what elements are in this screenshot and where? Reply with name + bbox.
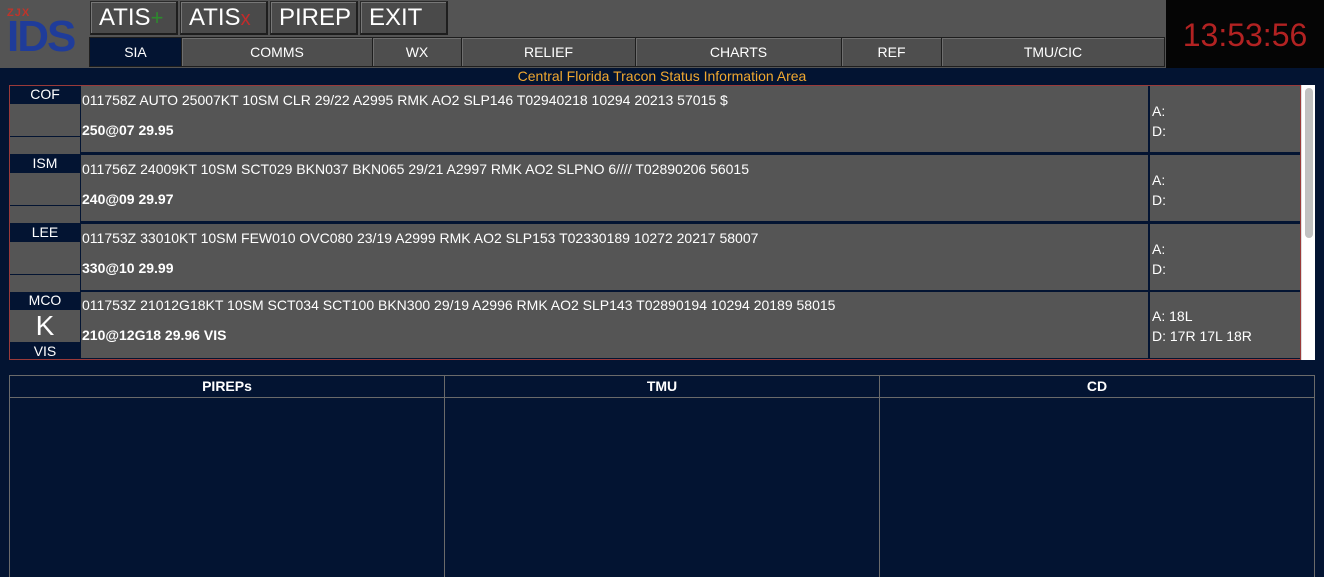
pireps-panel-title: PIREPs — [10, 376, 444, 398]
airport-row: LEE 011753Z 33010KT 10SM FEW010 OVC080 2… — [10, 224, 1300, 292]
metar-cell: 011753Z 21012G18KT 10SM SCT034 SCT100 BK… — [81, 292, 1148, 359]
atis-add-label: ATIS — [99, 4, 151, 31]
departure-runways: D: — [1152, 192, 1166, 208]
tab-tmu-cic[interactable]: TMU/CIC — [942, 38, 1164, 66]
plus-icon: + — [150, 5, 164, 30]
metar-text: 011753Z 21012G18KT 10SM SCT034 SCT100 BK… — [82, 297, 836, 313]
arrival-runways: A: — [1152, 241, 1166, 257]
pirep-button[interactable]: PIREP — [270, 1, 358, 35]
logo-ids-text: IDS — [7, 12, 76, 61]
atis-add-button[interactable]: ATIS+ — [90, 1, 178, 35]
arrival-runways: A: — [1152, 172, 1166, 188]
bottom-panels: PIREPs TMU CD — [9, 375, 1315, 577]
wind-altimeter: 330@10 29.99 — [82, 260, 174, 276]
runway-config-cell[interactable]: A: D: — [1150, 224, 1300, 292]
tab-charts[interactable]: CHARTS — [636, 38, 842, 66]
airport-code-column: MCO K VIS — [10, 292, 80, 359]
ids-logo: ZJX IDS — [2, 2, 88, 64]
close-icon: x — [240, 8, 251, 30]
metar-text: 011753Z 33010KT 10SM FEW010 OVC080 23/19… — [82, 230, 759, 246]
atis-letter[interactable] — [10, 242, 80, 274]
airport-row: ISM 011756Z 24009KT 10SM SCT029 BKN037 B… — [10, 155, 1300, 223]
airport-code[interactable]: COF — [10, 86, 80, 103]
clock-display: 13:53:56 — [1166, 0, 1324, 68]
atis-letter[interactable] — [10, 104, 80, 136]
runway-config-cell[interactable]: A: D: — [1150, 86, 1300, 154]
wind-altimeter: 250@07 29.95 — [82, 122, 174, 138]
runway-config-cell[interactable]: A: D: — [1150, 155, 1300, 223]
departure-runways: D: 17R 17L 18R — [1152, 328, 1252, 344]
airport-row: COF 011758Z AUTO 25007KT 10SM CLR 29/22 … — [10, 86, 1300, 154]
sia-title: Central Florida Tracon Status Informatio… — [517, 68, 807, 84]
atis-letter[interactable]: K — [10, 310, 80, 342]
cd-panel-title: CD — [880, 376, 1314, 398]
metar-cell: 011756Z 24009KT 10SM SCT029 BKN037 BKN06… — [81, 155, 1148, 223]
exit-button[interactable]: EXIT — [360, 1, 448, 35]
arrival-runways: A: — [1152, 103, 1166, 119]
runway-config-cell[interactable]: A: 18L D: 17R 17L 18R — [1150, 292, 1300, 359]
wind-altimeter: 210@12G18 29.96 VIS — [82, 327, 227, 343]
airport-code[interactable]: LEE — [10, 224, 80, 241]
metar-text: 011756Z 24009KT 10SM SCT029 BKN037 BKN06… — [82, 161, 750, 177]
tmu-panel-title: TMU — [445, 376, 879, 398]
tmu-panel: TMU — [445, 376, 880, 577]
departure-runways: D: — [1152, 123, 1166, 139]
airport-status-list: COF 011758Z AUTO 25007KT 10SM CLR 29/22 … — [9, 85, 1301, 360]
pireps-panel: PIREPs — [10, 376, 445, 577]
tab-sia[interactable]: SIA — [90, 38, 182, 66]
arrival-runways: A: 18L — [1152, 308, 1193, 324]
atis-letter[interactable] — [10, 173, 80, 205]
departure-runways: D: — [1152, 261, 1166, 277]
header-bar: ZJX IDS ATIS+ ATISx PIREP EXIT SIA COMMS… — [0, 0, 1324, 68]
airport-footer — [10, 137, 80, 154]
metar-cell: 011758Z AUTO 25007KT 10SM CLR 29/22 A299… — [81, 86, 1148, 154]
airport-footer — [10, 206, 80, 223]
wind-altimeter: 240@09 29.97 — [82, 191, 174, 207]
tab-wx[interactable]: WX — [373, 38, 462, 66]
airport-code[interactable]: MCO — [10, 292, 80, 309]
scrollbar-thumb[interactable] — [1305, 88, 1313, 238]
airport-code-column: LEE — [10, 224, 80, 292]
airport-code-column: ISM — [10, 155, 80, 223]
airport-code[interactable]: ISM — [10, 155, 80, 172]
airport-footer — [10, 275, 80, 292]
tab-bar: SIA COMMS WX RELIEF CHARTS REF TMU/CIC — [89, 37, 1165, 67]
airport-code-column: COF — [10, 86, 80, 154]
metar-cell: 011753Z 33010KT 10SM FEW010 OVC080 23/19… — [81, 224, 1148, 292]
tab-ref[interactable]: REF — [842, 38, 942, 66]
airport-footer: VIS — [10, 343, 80, 359]
tab-relief[interactable]: RELIEF — [462, 38, 636, 66]
cd-panel: CD — [880, 376, 1314, 577]
vertical-scrollbar[interactable] — [1301, 85, 1315, 360]
airport-row: MCO K VIS 011753Z 21012G18KT 10SM SCT034… — [10, 292, 1300, 359]
atis-delete-label: ATIS — [189, 4, 241, 31]
atis-delete-button[interactable]: ATISx — [180, 1, 268, 35]
tab-comms[interactable]: COMMS — [182, 38, 373, 66]
metar-text: 011758Z AUTO 25007KT 10SM CLR 29/22 A299… — [82, 92, 728, 108]
